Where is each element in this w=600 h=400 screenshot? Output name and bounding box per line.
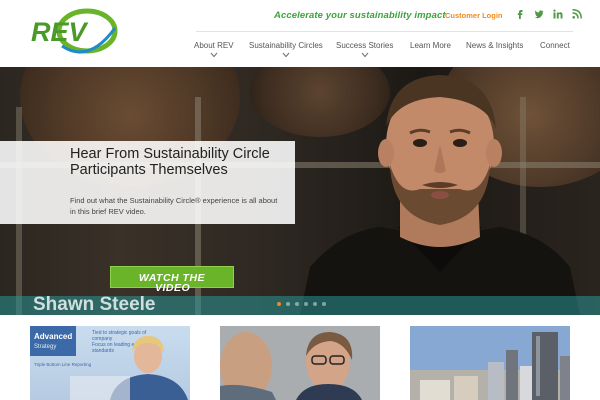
main-nav: About REV Sustainability Circles Success… bbox=[194, 41, 574, 63]
social-links bbox=[515, 9, 582, 20]
nav-item-connect[interactable]: Connect bbox=[540, 41, 570, 50]
slider-dot[interactable] bbox=[322, 302, 326, 306]
hero-caption: Hear From Sustainability Circle Particip… bbox=[0, 141, 295, 224]
linkedin-icon[interactable] bbox=[553, 9, 563, 20]
slider-pagination bbox=[277, 302, 326, 306]
nav-item-about-rev[interactable]: About REV bbox=[194, 41, 234, 58]
nav-item-label: Sustainability Circles bbox=[249, 41, 323, 50]
site-header: REV Accelerate your sustainability impac… bbox=[0, 0, 600, 67]
slider-dot[interactable] bbox=[313, 302, 317, 306]
thumbnail-men-meeting[interactable] bbox=[220, 326, 380, 400]
rev-logo[interactable]: REV bbox=[29, 6, 119, 60]
thumbnail-bullets: Tied to strategic goals of company Focus… bbox=[92, 330, 182, 354]
nav-item-label: Connect bbox=[540, 41, 570, 50]
chevron-down-icon bbox=[210, 52, 218, 58]
hero-person-image bbox=[300, 67, 580, 315]
thumbnail-banner: Advanced Strategy bbox=[30, 326, 76, 356]
men-meeting-photo bbox=[220, 326, 380, 400]
rss-icon[interactable] bbox=[572, 9, 582, 20]
thumbnail-footer: Triple Bottom Line Reporting bbox=[34, 362, 92, 367]
logo-text: REV bbox=[31, 17, 89, 47]
hero-slider: Hear From Sustainability Circle Particip… bbox=[0, 67, 600, 315]
nav-item-label: Success Stories bbox=[336, 41, 394, 50]
nav-item-label: Learn More bbox=[410, 41, 451, 50]
nav-item-learn-more[interactable]: Learn More bbox=[410, 41, 451, 50]
facebook-icon[interactable] bbox=[515, 9, 525, 20]
slider-dot[interactable] bbox=[295, 302, 299, 306]
slider-dot[interactable] bbox=[304, 302, 308, 306]
customer-login-link[interactable]: Customer Login bbox=[445, 11, 503, 20]
slider-dot[interactable] bbox=[277, 302, 281, 306]
nav-item-label: News & Insights bbox=[466, 41, 524, 50]
nav-item-label: About REV bbox=[194, 41, 234, 50]
nav-item-news-insights[interactable]: News & Insights bbox=[466, 41, 523, 50]
header-divider bbox=[196, 31, 573, 32]
thumbnail-bullet: standards bbox=[92, 348, 114, 354]
slider-dot[interactable] bbox=[286, 302, 290, 306]
rev-logo-icon: REV bbox=[31, 8, 118, 54]
chevron-down-icon bbox=[361, 52, 369, 58]
thumbnail-advanced-strategy[interactable]: Advanced Strategy Tied to strategic goal… bbox=[30, 326, 190, 400]
twitter-icon[interactable] bbox=[534, 9, 544, 20]
nav-item-success-stories[interactable]: Success Stories bbox=[336, 41, 394, 58]
hero-description: Find out what the Sustainability Circle®… bbox=[70, 196, 278, 216]
person-name: Shawn Steele bbox=[33, 294, 156, 315]
tagline: Accelerate your sustainability impact bbox=[274, 10, 446, 21]
hero-title: Hear From Sustainability Circle Particip… bbox=[70, 146, 270, 178]
chevron-down-icon bbox=[282, 52, 290, 58]
thumbnail-subtitle: Strategy bbox=[34, 344, 57, 350]
thumbnail-title: Advanced bbox=[34, 332, 73, 341]
thumbnail-city-skyline[interactable] bbox=[410, 326, 570, 400]
watch-video-label-line2[interactable]: VIDEO bbox=[155, 282, 190, 294]
nav-item-sustainability-circles[interactable]: Sustainability Circles bbox=[249, 41, 323, 58]
city-skyline-photo bbox=[410, 326, 570, 400]
